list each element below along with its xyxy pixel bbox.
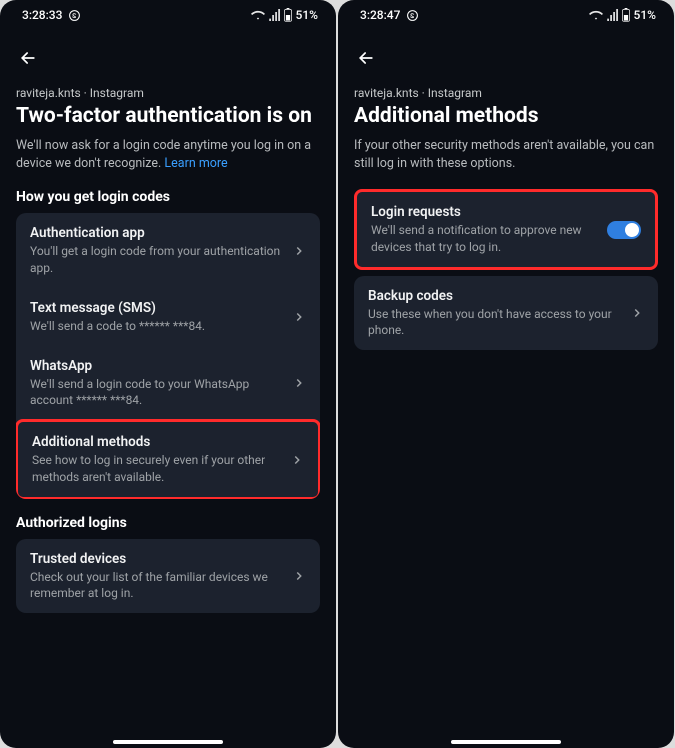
page-subtitle: If your other security methods aren't av…	[354, 137, 658, 173]
item-whatsapp[interactable]: WhatsApp We'll send a login code to your…	[16, 346, 320, 420]
chevron-right-icon	[292, 310, 306, 324]
phone-right: 3:28:47 51% raviteja.knts · Instagram A	[338, 0, 674, 748]
section-header-login-codes: How you get login codes	[16, 189, 320, 205]
item-desc: We'll send a notification to approve new…	[371, 222, 597, 254]
item-desc: We'll send a code to ****** ***84.	[30, 318, 282, 334]
backup-codes-card: Backup codes Use these when you don't ha…	[354, 276, 658, 350]
nav-pill[interactable]	[451, 740, 561, 744]
item-title: WhatsApp	[30, 358, 282, 374]
item-desc: See how to log in securely even if your …	[32, 452, 280, 484]
section-header-authorized-logins: Authorized logins	[16, 515, 320, 531]
item-authentication-app[interactable]: Authentication app You'll get a login co…	[16, 213, 320, 287]
page-subtitle: We'll now ask for a login code anytime y…	[16, 137, 320, 173]
status-time: 3:28:33	[22, 8, 62, 22]
breadcrumb: raviteja.knts · Instagram	[354, 86, 658, 100]
chevron-right-icon	[292, 569, 306, 583]
statusbar: 3:28:33 51%	[0, 0, 336, 28]
item-title: Additional methods	[32, 434, 280, 450]
battery-icon	[283, 8, 293, 22]
item-desc: Use these when you don't have access to …	[368, 306, 620, 338]
authorized-logins-card: Trusted devices Check out your list of t…	[16, 539, 320, 613]
login-requests-card: Login requests We'll send a notification…	[354, 189, 658, 269]
item-title: Text message (SMS)	[30, 300, 282, 316]
back-button[interactable]	[354, 46, 378, 70]
login-codes-card: Authentication app You'll get a login co…	[16, 213, 320, 498]
item-desc: We'll send a login code to your WhatsApp…	[30, 376, 282, 408]
battery-icon	[621, 8, 631, 22]
item-title: Login requests	[371, 204, 597, 220]
wifi-icon	[251, 9, 265, 21]
page-title: Two-factor authentication is on	[16, 104, 320, 129]
page-title: Additional methods	[354, 104, 658, 129]
chevron-right-icon	[630, 306, 644, 320]
item-title: Backup codes	[368, 288, 620, 304]
battery-percent: 51%	[296, 8, 318, 22]
chevron-right-icon	[290, 453, 304, 467]
item-trusted-devices[interactable]: Trusted devices Check out your list of t…	[16, 539, 320, 613]
whatsapp-icon	[406, 9, 419, 22]
status-time: 3:28:47	[360, 8, 400, 22]
item-desc: You'll get a login code from your authen…	[30, 243, 282, 275]
statusbar: 3:28:47 51%	[338, 0, 674, 28]
item-text-message[interactable]: Text message (SMS) We'll send a code to …	[16, 288, 320, 346]
chevron-right-icon	[292, 244, 306, 258]
item-login-requests[interactable]: Login requests We'll send a notification…	[357, 192, 655, 266]
whatsapp-icon	[68, 9, 81, 22]
phone-left: 3:28:33 51% raviteja.knts · Instagram T	[0, 0, 336, 748]
back-button[interactable]	[16, 46, 40, 70]
battery-percent: 51%	[634, 8, 656, 22]
login-requests-toggle[interactable]	[607, 221, 641, 239]
signal-icon	[268, 9, 280, 21]
signal-icon	[606, 9, 618, 21]
item-title: Trusted devices	[30, 551, 282, 567]
screen-content-right: raviteja.knts · Instagram Additional met…	[338, 28, 674, 350]
breadcrumb: raviteja.knts · Instagram	[16, 86, 320, 100]
item-additional-methods[interactable]: Additional methods See how to log in sec…	[16, 419, 320, 498]
learn-more-link[interactable]: Learn more	[164, 156, 227, 171]
item-desc: Check out your list of the familiar devi…	[30, 569, 282, 601]
screen-content-left: raviteja.knts · Instagram Two-factor aut…	[0, 28, 336, 613]
item-backup-codes[interactable]: Backup codes Use these when you don't ha…	[354, 276, 658, 350]
chevron-right-icon	[292, 376, 306, 390]
item-title: Authentication app	[30, 225, 282, 241]
wifi-icon	[589, 9, 603, 21]
nav-pill[interactable]	[113, 740, 223, 744]
